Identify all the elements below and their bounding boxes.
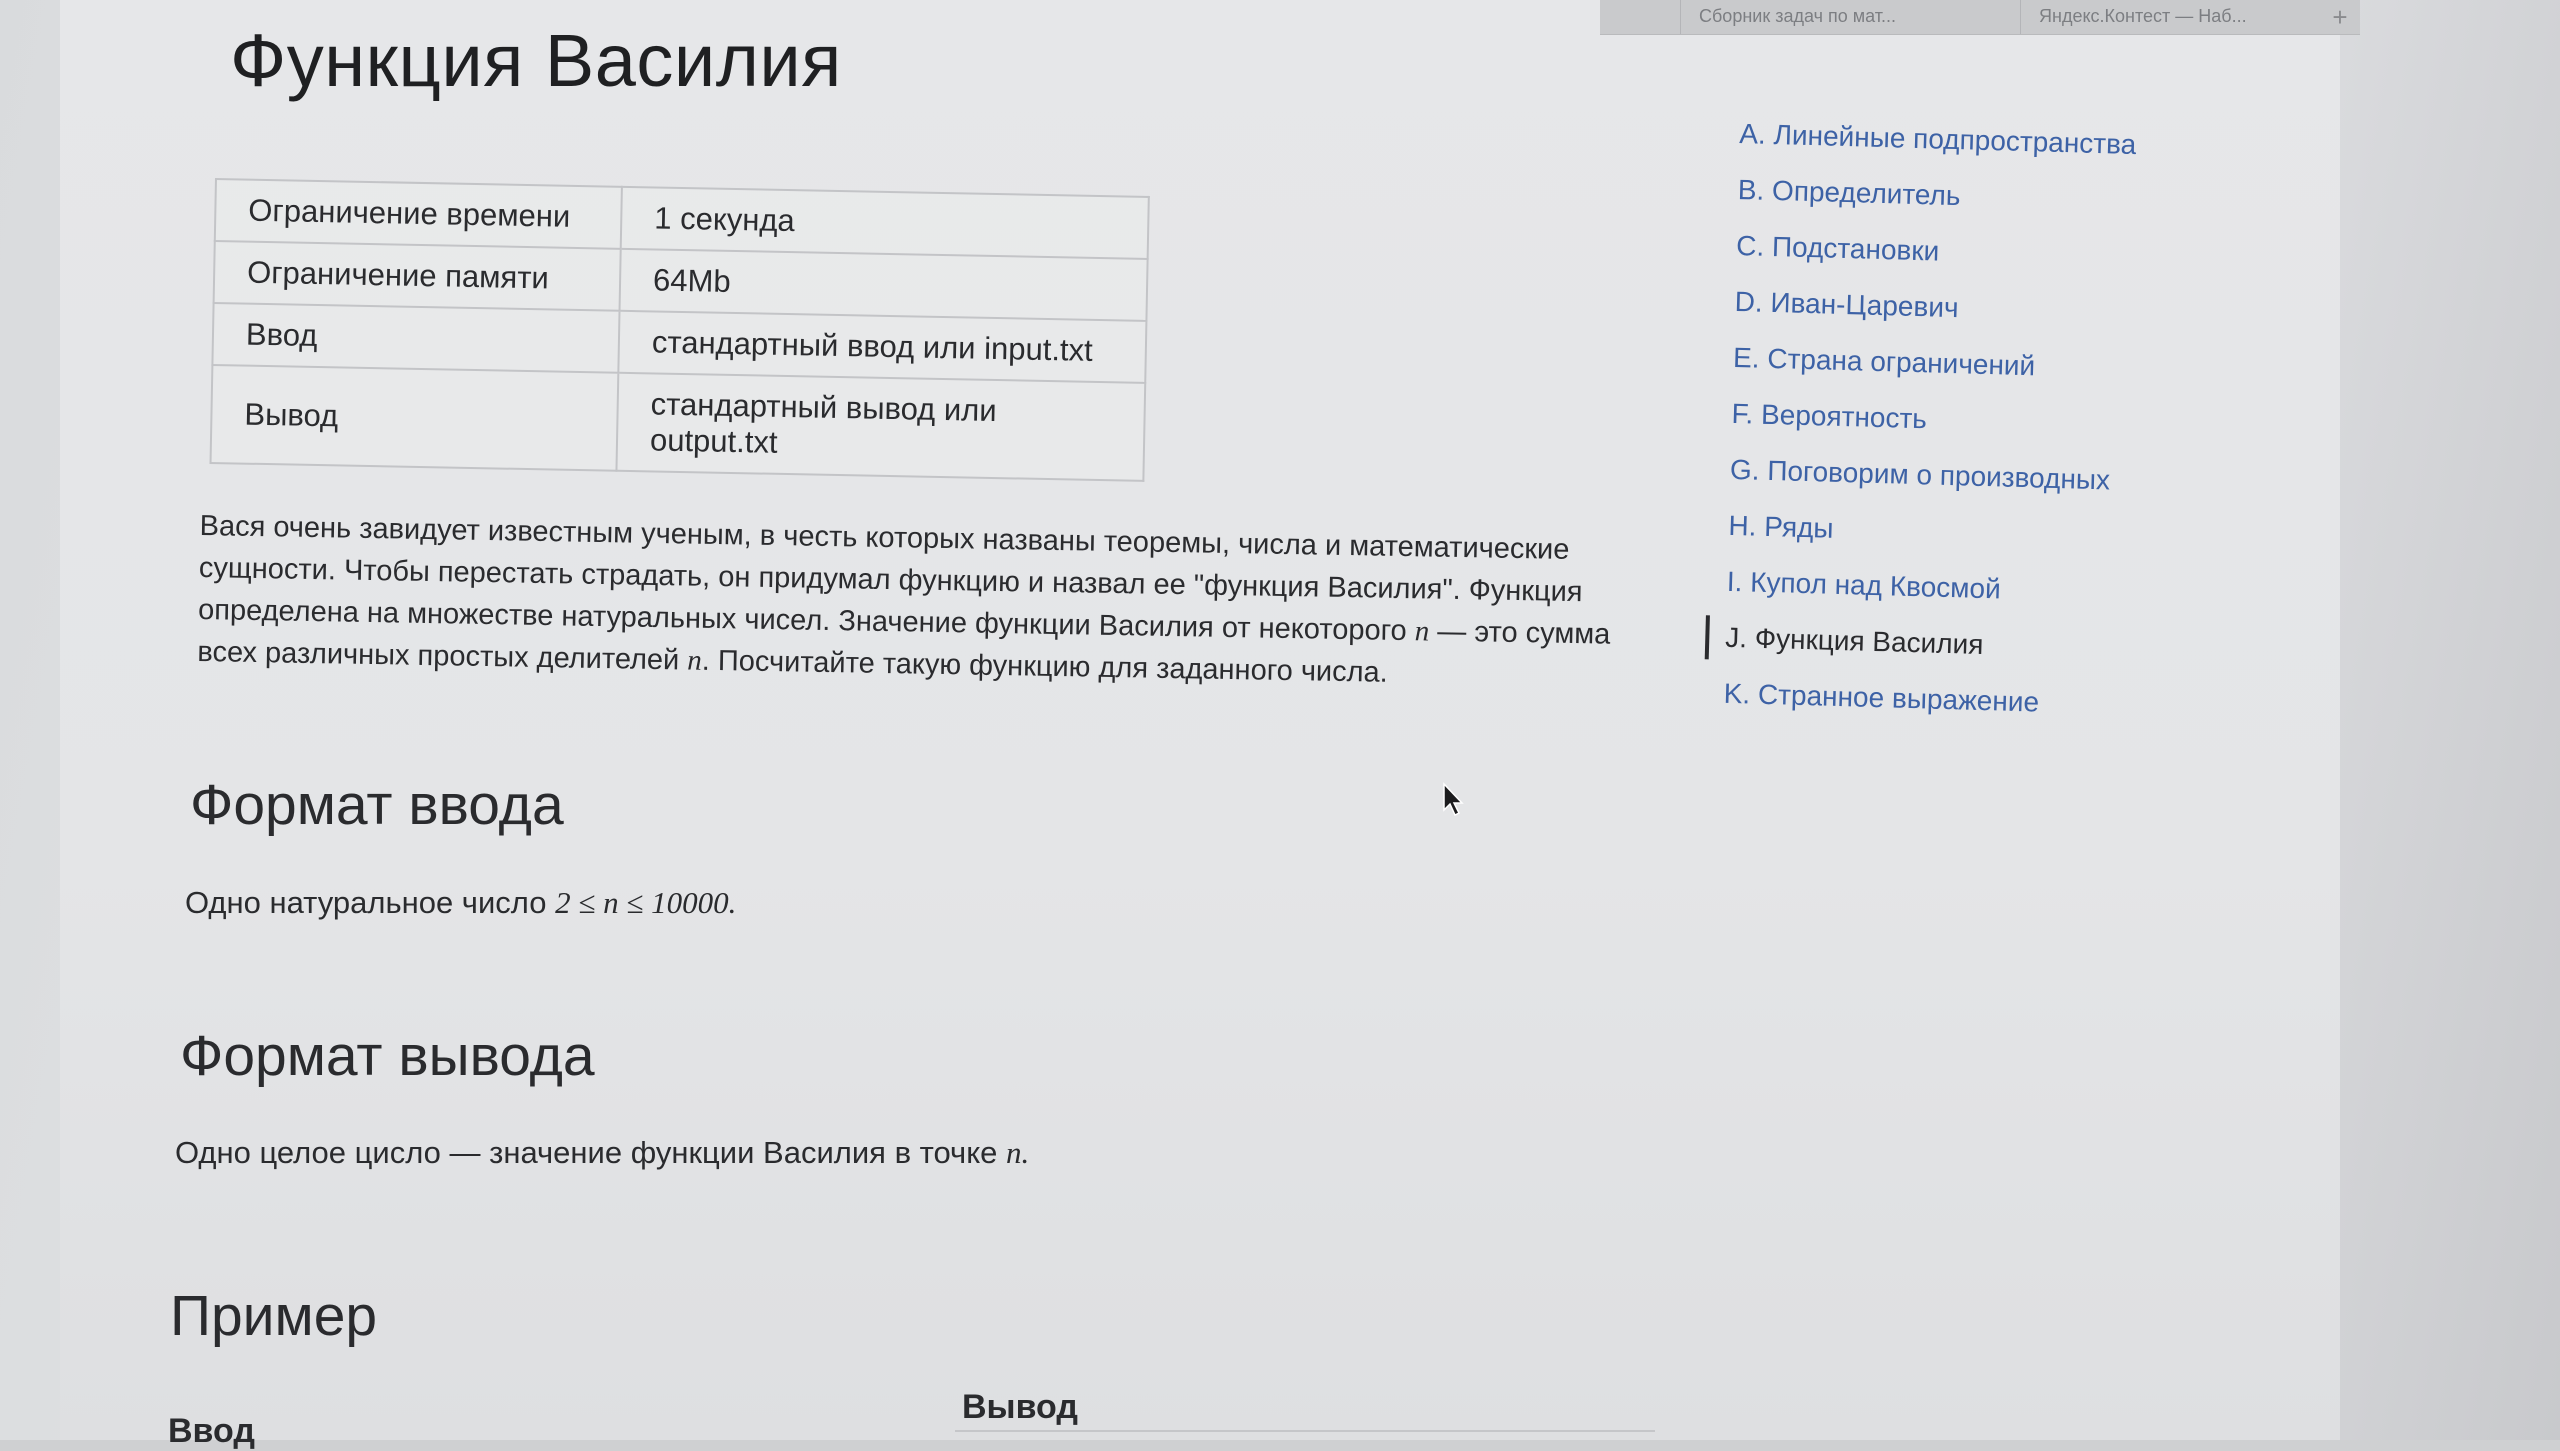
- problem-statement: Вася очень завидует известным ученым, в …: [197, 505, 1660, 698]
- input-format-text: Одно натуральное число 2 ≤ n ≤ 10000.: [185, 885, 736, 921]
- nav-item-d[interactable]: D. Иван-Царевич: [1734, 280, 2135, 335]
- example-output-label: Вывод: [962, 1388, 1078, 1426]
- nav-item-b[interactable]: B. Определитель: [1737, 168, 2138, 223]
- page-title: Функция Василия: [230, 19, 842, 102]
- limit-label: Вывод: [210, 364, 619, 471]
- browser-tabstrip: Сборник задач по мат... Яндекс.Контест —…: [1600, 0, 2360, 35]
- example-input-label: Ввод: [168, 1412, 255, 1450]
- math-variable: n: [1414, 615, 1430, 648]
- output-format-text: Одно целое цисло — значение функции Васи…: [175, 1135, 1029, 1171]
- example-heading: Пример: [170, 1284, 378, 1348]
- example-divider: [955, 1430, 1655, 1432]
- input-constraint: 2 ≤ n ≤ 10000.: [555, 885, 737, 920]
- limit-label: Ввод: [212, 302, 620, 373]
- nav-item-k[interactable]: K. Странное выражение: [1723, 672, 2124, 727]
- limit-value: 64Mb: [619, 248, 1148, 321]
- math-variable: n.: [1005, 1135, 1030, 1170]
- input-format-heading: Формат ввода: [190, 773, 564, 837]
- limit-label: Ограничение времени: [214, 179, 622, 249]
- new-tab-icon[interactable]: +: [2320, 0, 2360, 34]
- math-variable: n: [687, 644, 703, 677]
- browser-tab[interactable]: Сборник задач по мат...: [1680, 0, 1960, 34]
- nav-item-f[interactable]: F. Вероятность: [1731, 392, 2132, 447]
- table-row: Вывод стандартный вывод или output.txt: [210, 364, 1146, 481]
- statement-text: Вася очень завидует известным ученым, в …: [197, 509, 1583, 648]
- browser-tab[interactable]: Яндекс.Контест — Наб...: [2020, 0, 2310, 34]
- nav-item-h[interactable]: H. Ряды: [1728, 504, 2129, 559]
- limits-table: Ограничение времени 1 секунда Ограничени…: [210, 178, 1150, 482]
- limit-value: стандартный вывод или output.txt: [616, 372, 1146, 481]
- limit-value: стандартный ввод или input.txt: [618, 310, 1147, 383]
- screen: Сборник задач по мат... Яндекс.Контест —…: [0, 0, 2560, 1450]
- output-format-heading: Формат вывода: [180, 1024, 595, 1088]
- nav-item-c[interactable]: C. Подстановки: [1736, 224, 2137, 279]
- limit-label: Ограничение памяти: [213, 241, 621, 311]
- mouse-cursor-icon: [1443, 782, 1464, 817]
- nav-item-e[interactable]: E. Страна ограничений: [1733, 336, 2134, 391]
- limit-value: 1 секунда: [620, 186, 1149, 259]
- problem-nav: A. Линейные подпространства B. Определит…: [1704, 112, 2140, 739]
- statement-text: . Посчитайте такую функцию для заданного…: [701, 644, 1389, 689]
- nav-item-j-active[interactable]: J. Функция Василия: [1704, 615, 2126, 671]
- input-format-label: Одно натуральное число: [185, 885, 556, 920]
- nav-item-g[interactable]: G. Поговорим о производных: [1729, 448, 2130, 503]
- output-format-label: Одно целое цисло — значение функции Васи…: [175, 1135, 1006, 1170]
- nav-item-i[interactable]: I. Купол над Квосмой: [1726, 560, 2127, 615]
